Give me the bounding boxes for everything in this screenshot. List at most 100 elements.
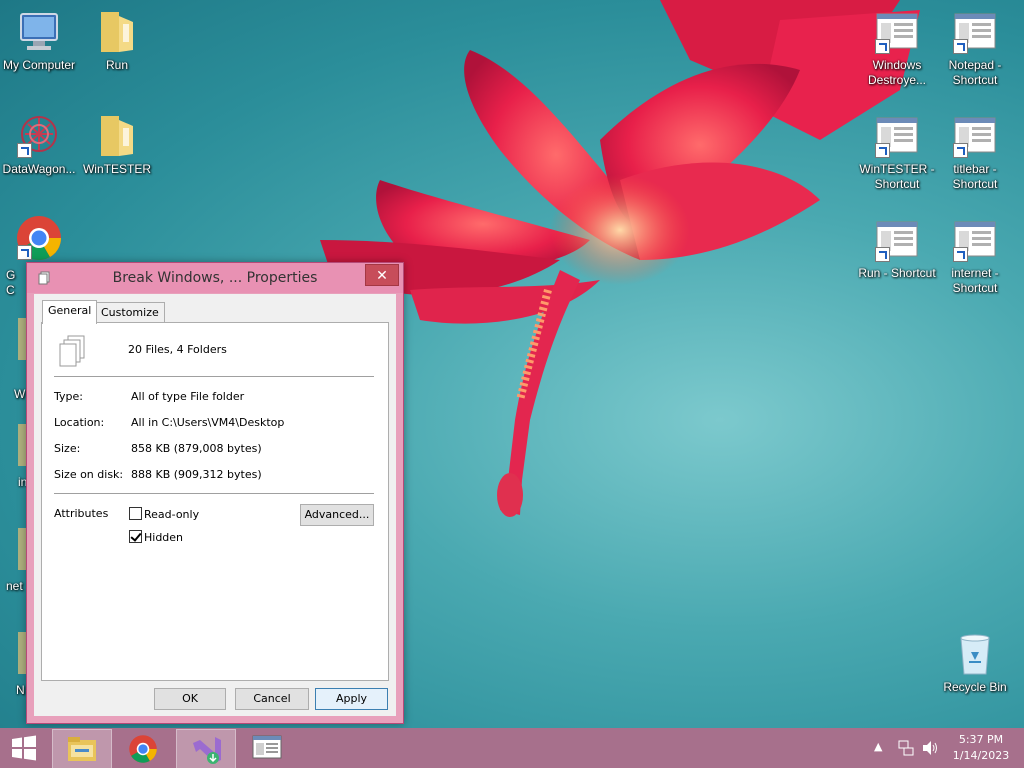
folder-icon xyxy=(93,112,141,160)
desktop-icon-label: Recycle Bin xyxy=(943,680,1007,694)
desktop-icon-partial[interactable] xyxy=(0,528,26,576)
chrome-icon xyxy=(15,214,63,262)
taskbar-file-explorer[interactable] xyxy=(52,729,112,769)
cancel-button[interactable]: Cancel xyxy=(235,688,309,710)
size-on-disk-label: Size on disk: xyxy=(54,468,124,481)
desktop-icon-run[interactable]: Run xyxy=(78,8,156,73)
properties-dialog[interactable]: Break Windows, ... Properties ✕ General … xyxy=(26,262,404,724)
desktop-icon-label-partial: G xyxy=(6,268,16,282)
desktop[interactable]: My Computer Run DataWagon... WinTESTER G… xyxy=(0,0,1024,728)
advanced-button[interactable]: Advanced... xyxy=(300,504,374,526)
desktop-icon-titlebar-shortcut[interactable]: titlebar - Shortcut xyxy=(936,112,1014,192)
location-value: All in C:\Users\VM4\Desktop xyxy=(131,416,285,429)
datawagon-icon xyxy=(15,112,63,160)
type-value: All of type File folder xyxy=(131,390,245,403)
ok-button[interactable]: OK xyxy=(154,688,226,710)
desktop-icon-label: Windows Destroye... xyxy=(867,58,927,87)
windows-logo-icon xyxy=(12,735,36,761)
desktop-icon-datawagon[interactable]: DataWagon... xyxy=(0,112,78,177)
close-button[interactable]: ✕ xyxy=(365,264,399,286)
desktop-icon-label: titlebar - Shortcut xyxy=(952,162,998,191)
visual-studio-icon xyxy=(193,737,221,764)
desktop-icon-run-shortcut[interactable]: Run - Shortcut xyxy=(858,216,936,281)
readonly-label[interactable]: Read-only xyxy=(144,508,199,521)
window-shortcut-icon xyxy=(873,216,921,264)
attributes-label: Attributes xyxy=(54,507,109,520)
desktop-icon-label: internet - Shortcut xyxy=(951,266,999,295)
desktop-icon-label: My Computer xyxy=(2,58,76,72)
shortcut-arrow-icon xyxy=(17,245,32,260)
shortcut-arrow-icon xyxy=(875,143,890,158)
size-value: 858 KB (879,008 bytes) xyxy=(131,442,262,455)
separator xyxy=(54,493,374,495)
computer-icon xyxy=(15,8,63,56)
shortcut-arrow-icon xyxy=(953,143,968,158)
volume-icon[interactable] xyxy=(922,740,938,756)
desktop-icon-label-partial: net xyxy=(6,579,23,593)
desktop-icon-partial[interactable] xyxy=(0,424,26,472)
desktop-icon-label: Notepad - Shortcut xyxy=(948,58,1002,87)
start-button[interactable] xyxy=(0,729,48,767)
recycle-bin-icon xyxy=(951,630,999,678)
taskbar-chrome[interactable] xyxy=(114,729,172,767)
shortcut-arrow-icon xyxy=(953,247,968,262)
network-icon[interactable] xyxy=(898,740,914,756)
window-shortcut-icon xyxy=(873,112,921,160)
desktop-icon-internet-shortcut[interactable]: internet - Shortcut xyxy=(936,216,1014,296)
desktop-icon-recycle-bin[interactable]: Recycle Bin xyxy=(936,630,1014,695)
separator xyxy=(54,376,374,378)
desktop-icon-notepad-shortcut[interactable]: Notepad - Shortcut xyxy=(936,8,1014,88)
desktop-icon-label-partial: C xyxy=(6,283,15,297)
tab-general[interactable]: General xyxy=(42,300,98,324)
desktop-icon-label: WinTESTER - Shortcut xyxy=(859,162,935,191)
size-label: Size: xyxy=(54,442,81,455)
multiple-files-icon xyxy=(59,335,85,367)
dialog-titlebar[interactable]: Break Windows, ... Properties ✕ xyxy=(27,263,403,293)
general-tab-panel: 20 Files, 4 Folders Type: All of type Fi… xyxy=(41,322,389,681)
desktop-icon-chrome[interactable] xyxy=(0,214,78,264)
readonly-checkbox[interactable] xyxy=(129,507,142,520)
file-explorer-icon xyxy=(68,737,96,761)
window-icon xyxy=(252,735,282,759)
window-shortcut-icon xyxy=(951,8,999,56)
checkmark-icon xyxy=(130,530,142,542)
shortcut-arrow-icon xyxy=(953,39,968,54)
desktop-icon-partial[interactable] xyxy=(0,632,26,680)
desktop-icon-windows-destroyer[interactable]: Windows Destroye... xyxy=(858,8,936,88)
desktop-icon-wintester-shortcut[interactable]: WinTESTER - Shortcut xyxy=(858,112,936,192)
show-hidden-icons-button[interactable]: ▲ xyxy=(874,740,882,753)
close-icon: ✕ xyxy=(376,267,388,283)
window-shortcut-icon xyxy=(951,216,999,264)
clock-date[interactable]: 1/14/2023 xyxy=(950,749,1012,762)
clock-time[interactable]: 5:37 PM xyxy=(950,733,1012,746)
tab-customize[interactable]: Customize xyxy=(95,302,165,323)
hidden-checkbox[interactable] xyxy=(129,530,142,543)
desktop-icon-label-partial: W xyxy=(14,387,26,401)
window-shortcut-icon xyxy=(951,112,999,160)
desktop-icon-label: Run - Shortcut xyxy=(858,266,936,280)
desktop-icon-partial[interactable] xyxy=(0,318,26,366)
location-label: Location: xyxy=(54,416,105,429)
taskbar-app-window[interactable] xyxy=(238,729,296,767)
desktop-icon-label: DataWagon... xyxy=(2,162,76,176)
shortcut-arrow-icon xyxy=(875,247,890,262)
chrome-icon xyxy=(129,735,157,763)
dialog-client-area: General Customize 20 Files, 4 Folders Ty… xyxy=(34,294,396,716)
taskbar: ▲ 5:37 PM 1/14/2023 xyxy=(0,728,1024,769)
desktop-icon-label-partial: N xyxy=(16,683,25,697)
hidden-label[interactable]: Hidden xyxy=(144,531,183,544)
desktop-icon-wintester[interactable]: WinTESTER xyxy=(78,112,156,177)
desktop-icon-my-computer[interactable]: My Computer xyxy=(0,8,78,73)
selection-summary: 20 Files, 4 Folders xyxy=(128,343,227,356)
window-shortcut-icon xyxy=(873,8,921,56)
shortcut-arrow-icon xyxy=(875,39,890,54)
shortcut-arrow-icon xyxy=(17,143,32,158)
type-label: Type: xyxy=(54,390,83,403)
size-on-disk-value: 888 KB (909,312 bytes) xyxy=(131,468,262,481)
desktop-icon-label: WinTESTER xyxy=(82,162,151,176)
folder-icon xyxy=(93,8,141,56)
desktop-icon-label: Run xyxy=(105,58,128,72)
dialog-title: Break Windows, ... Properties xyxy=(112,270,318,286)
taskbar-visual-studio-installer[interactable] xyxy=(176,729,236,769)
apply-button[interactable]: Apply xyxy=(315,688,388,710)
